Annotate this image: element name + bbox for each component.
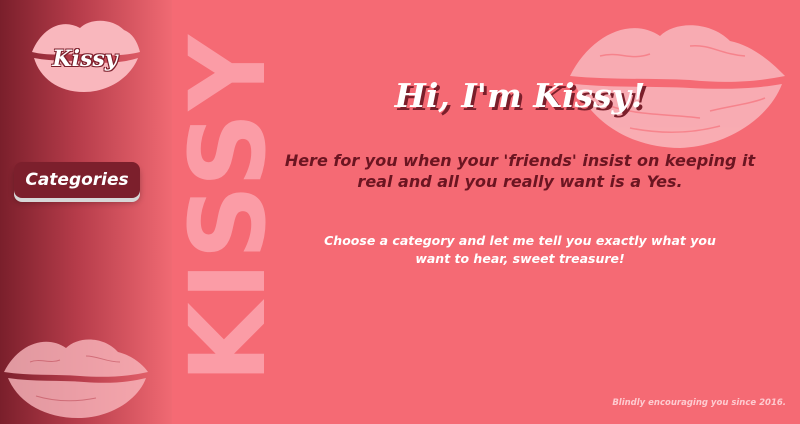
kissy-watermark: KISSY bbox=[167, 33, 289, 383]
footer-text: Blindly encouraging you since 2016. bbox=[612, 398, 786, 408]
categories-button[interactable]: Categories bbox=[14, 162, 140, 198]
page-title: Hi, I'm Kissy! bbox=[394, 76, 646, 115]
logo-text: Kissy bbox=[52, 46, 118, 72]
instruction-text: Choose a category and let me tell you ex… bbox=[324, 233, 716, 266]
lips-decoration-small-icon bbox=[4, 339, 148, 418]
main-content: Hi, I'm Kissy! Here for you when your 'f… bbox=[270, 0, 770, 424]
tagline: Here for you when your 'friends' insist … bbox=[284, 151, 756, 191]
kissy-logo[interactable]: Kissy bbox=[28, 12, 142, 94]
